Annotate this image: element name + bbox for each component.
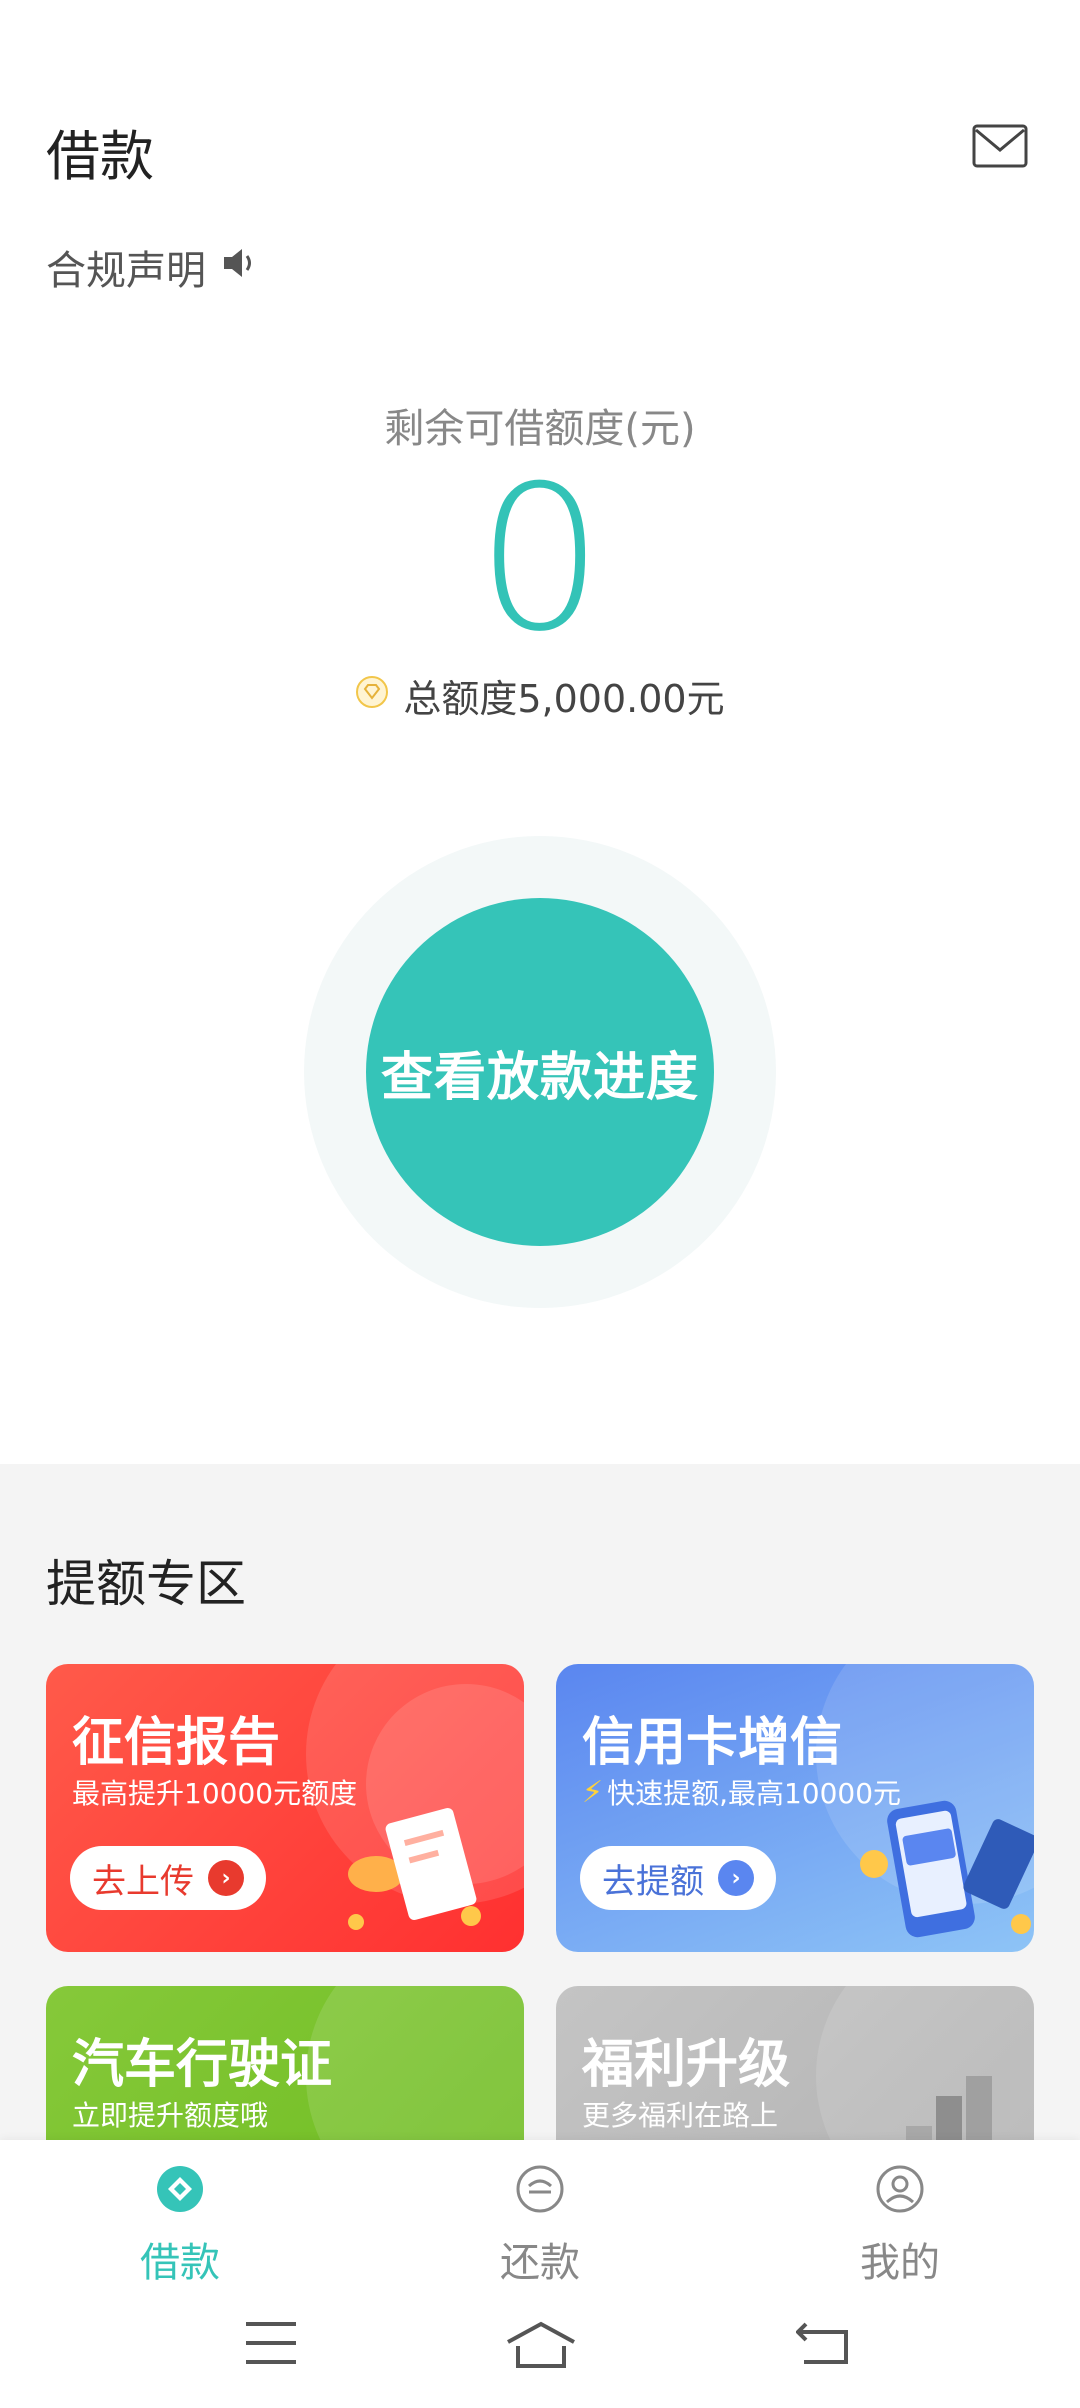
page-title: 借款 bbox=[46, 125, 154, 188]
view-disbursement-progress-button[interactable]: 查看放款进度 bbox=[366, 898, 714, 1246]
nav-item-label: 还款 bbox=[500, 2240, 580, 2286]
total-quota-text: 总额度5,000.00元 bbox=[403, 677, 725, 721]
compliance-notice-label: 合规声明 bbox=[46, 248, 206, 294]
nav-item-label: 我的 bbox=[860, 2240, 940, 2286]
repay-icon bbox=[515, 2164, 565, 2224]
phone-card-illustration-icon bbox=[856, 1774, 1034, 1952]
back-icon[interactable] bbox=[795, 2320, 850, 2370]
borrow-icon bbox=[155, 2164, 205, 2224]
card-subtitle: ⚡ 快速提额,最高10000元 bbox=[582, 1772, 901, 1812]
card-title: 汽车行驶证 bbox=[72, 2035, 333, 2095]
boost-quota-button[interactable]: 去提额 › bbox=[580, 1846, 776, 1910]
boost-section-title: 提额专区 bbox=[46, 1555, 246, 1613]
diamond-badge-icon bbox=[355, 674, 389, 718]
available-quota-value: 0 bbox=[476, 443, 604, 676]
boost-quota-button-label: 去提额 bbox=[602, 1861, 704, 1902]
card-subtitle: 更多福利在路上 bbox=[582, 2099, 779, 2132]
lightning-icon: ⚡ bbox=[582, 1774, 604, 1810]
user-icon bbox=[875, 2164, 925, 2224]
speaker-icon bbox=[222, 244, 258, 290]
card-credit-card-boost[interactable]: 信用卡增信 ⚡ 快速提额,最高10000元 去提额 › bbox=[556, 1664, 1034, 1952]
home-icon[interactable] bbox=[504, 2320, 578, 2374]
chevron-right-icon: › bbox=[718, 1860, 754, 1896]
menu-icon[interactable] bbox=[244, 2320, 298, 2370]
card-title: 信用卡增信 bbox=[582, 1713, 843, 1773]
upload-button-label: 去上传 bbox=[92, 1861, 194, 1902]
nav-item-label: 借款 bbox=[140, 2240, 220, 2286]
compliance-notice[interactable]: 合规声明 bbox=[46, 238, 258, 296]
card-subtitle: 最高提升10000元额度 bbox=[72, 1777, 358, 1810]
total-quota: 总额度5,000.00元 bbox=[0, 668, 1080, 723]
nav-item-repay[interactable]: 还款 bbox=[440, 2164, 640, 2288]
card-credit-report[interactable]: 征信报告 最高提升10000元额度 去上传 › bbox=[46, 1664, 524, 1952]
chevron-right-icon: › bbox=[208, 1860, 244, 1896]
nav-item-mine[interactable]: 我的 bbox=[800, 2164, 1000, 2288]
card-title: 征信报告 bbox=[72, 1713, 281, 1773]
card-title: 福利升级 bbox=[582, 2035, 791, 2095]
document-illustration-icon bbox=[336, 1804, 506, 1948]
mail-icon[interactable] bbox=[972, 124, 1028, 168]
upload-button[interactable]: 去上传 › bbox=[70, 1846, 266, 1910]
nav-item-borrow[interactable]: 借款 bbox=[80, 2164, 280, 2288]
card-subtitle: 立即提升额度哦 bbox=[72, 2099, 269, 2132]
